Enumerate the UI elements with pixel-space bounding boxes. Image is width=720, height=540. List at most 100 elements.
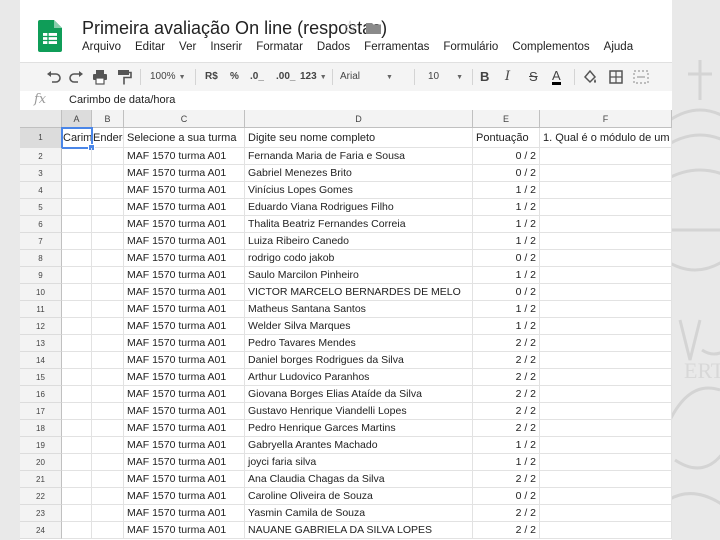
- menu-arquivo[interactable]: Arquivo: [82, 41, 121, 53]
- cell-a[interactable]: [62, 216, 92, 233]
- cell-nome[interactable]: Daniel borges Rodrigues da Silva: [245, 352, 473, 369]
- cell-f[interactable]: [540, 505, 672, 522]
- cell-turma[interactable]: MAF 1570 turma A01: [124, 386, 245, 403]
- cell-f[interactable]: [540, 301, 672, 318]
- cell-b[interactable]: [92, 148, 124, 165]
- text-color-button[interactable]: A: [552, 69, 561, 85]
- decrease-decimals-button[interactable]: .0_: [250, 69, 264, 85]
- cell-b[interactable]: [92, 199, 124, 216]
- cell-b[interactable]: [92, 233, 124, 250]
- cell-a[interactable]: [62, 454, 92, 471]
- column-header-b[interactable]: B: [92, 110, 124, 128]
- cell-f[interactable]: [540, 352, 672, 369]
- cell-nome[interactable]: Pedro Henrique Garces Martins: [245, 420, 473, 437]
- cell-b[interactable]: [92, 335, 124, 352]
- cell-pontuacao[interactable]: 1 / 2: [473, 301, 540, 318]
- row-header[interactable]: 11: [20, 301, 62, 318]
- cell-nome[interactable]: Matheus Santana Santos: [245, 301, 473, 318]
- menu-inserir[interactable]: Inserir: [210, 41, 242, 53]
- google-sheets-logo-icon[interactable]: [38, 20, 62, 52]
- cell-turma[interactable]: MAF 1570 turma A01: [124, 369, 245, 386]
- cell-nome[interactable]: VICTOR MARCELO BERNARDES DE MELO: [245, 284, 473, 301]
- row-header[interactable]: 8: [20, 250, 62, 267]
- cell-b[interactable]: [92, 488, 124, 505]
- cell-pontuacao[interactable]: 2 / 2: [473, 505, 540, 522]
- cell-f[interactable]: [540, 148, 672, 165]
- row-header[interactable]: 5: [20, 199, 62, 216]
- cell-b[interactable]: [92, 318, 124, 335]
- cell-f[interactable]: [540, 199, 672, 216]
- cell-pontuacao[interactable]: 1 / 2: [473, 199, 540, 216]
- row-header[interactable]: 10: [20, 284, 62, 301]
- cell-pontuacao[interactable]: 0 / 2: [473, 250, 540, 267]
- cell-b[interactable]: [92, 250, 124, 267]
- cell-turma[interactable]: MAF 1570 turma A01: [124, 284, 245, 301]
- cell-f[interactable]: [540, 488, 672, 505]
- cell-nome[interactable]: Fernanda Maria de Faria e Sousa: [245, 148, 473, 165]
- cell-pontuacao[interactable]: 1 / 2: [473, 216, 540, 233]
- row-header[interactable]: 3: [20, 165, 62, 182]
- cell-pontuacao[interactable]: 2 / 2: [473, 386, 540, 403]
- cell-turma[interactable]: MAF 1570 turma A01: [124, 505, 245, 522]
- header-cell-e[interactable]: Pontuação: [473, 128, 540, 148]
- cell-pontuacao[interactable]: 2 / 2: [473, 352, 540, 369]
- cell-f[interactable]: [540, 369, 672, 386]
- merge-cells-icon[interactable]: [632, 69, 650, 85]
- cell-turma[interactable]: MAF 1570 turma A01: [124, 267, 245, 284]
- cell-pontuacao[interactable]: 2 / 2: [473, 420, 540, 437]
- more-formats-select[interactable]: 123 ▼: [300, 69, 327, 85]
- cell-f[interactable]: [540, 522, 672, 539]
- zoom-select[interactable]: 100% ▼: [150, 69, 186, 85]
- row-header[interactable]: 12: [20, 318, 62, 335]
- borders-icon[interactable]: [608, 69, 624, 85]
- cell-f[interactable]: [540, 420, 672, 437]
- print-icon[interactable]: [92, 69, 108, 85]
- cell-f[interactable]: [540, 454, 672, 471]
- cell-a[interactable]: [62, 488, 92, 505]
- cell-nome[interactable]: Gustavo Henrique Viandelli Lopes: [245, 403, 473, 420]
- menu-formatar[interactable]: Formatar: [256, 41, 303, 53]
- cell-pontuacao[interactable]: 2 / 2: [473, 335, 540, 352]
- cell-a[interactable]: [62, 437, 92, 454]
- bold-button[interactable]: B: [480, 69, 489, 85]
- undo-icon[interactable]: [46, 69, 62, 85]
- cell-pontuacao[interactable]: 2 / 2: [473, 369, 540, 386]
- cell-a[interactable]: [62, 250, 92, 267]
- folder-icon[interactable]: [366, 22, 381, 34]
- cell-nome[interactable]: Caroline Oliveira de Souza: [245, 488, 473, 505]
- font-family-select[interactable]: Arial ▼: [340, 69, 406, 85]
- cell-a[interactable]: [62, 505, 92, 522]
- cell-nome[interactable]: Vinícius Lopes Gomes: [245, 182, 473, 199]
- cell-f[interactable]: [540, 403, 672, 420]
- strikethrough-button[interactable]: S: [529, 69, 538, 85]
- cell-a[interactable]: [62, 318, 92, 335]
- cell-pontuacao[interactable]: 1 / 2: [473, 437, 540, 454]
- menu-formulario[interactable]: Formulário: [443, 41, 498, 53]
- column-header-e[interactable]: E: [473, 110, 540, 128]
- cell-b[interactable]: [92, 216, 124, 233]
- italic-button[interactable]: I: [505, 69, 510, 85]
- cell-pontuacao[interactable]: 1 / 2: [473, 267, 540, 284]
- cell-nome[interactable]: Giovana Borges Elias Ataíde da Silva: [245, 386, 473, 403]
- cell-f[interactable]: [540, 471, 672, 488]
- cell-turma[interactable]: MAF 1570 turma A01: [124, 420, 245, 437]
- cell-a[interactable]: [62, 267, 92, 284]
- column-header-d[interactable]: D: [245, 110, 473, 128]
- cell-b[interactable]: [92, 437, 124, 454]
- cell-turma[interactable]: MAF 1570 turma A01: [124, 488, 245, 505]
- cell-f[interactable]: [540, 318, 672, 335]
- cell-b[interactable]: [92, 182, 124, 199]
- column-header-a[interactable]: A: [62, 110, 92, 128]
- cell-turma[interactable]: MAF 1570 turma A01: [124, 318, 245, 335]
- menu-ferramentas[interactable]: Ferramentas: [364, 41, 429, 53]
- cell-nome[interactable]: Pedro Tavares Mendes: [245, 335, 473, 352]
- cell-turma[interactable]: MAF 1570 turma A01: [124, 250, 245, 267]
- cell-pontuacao[interactable]: 2 / 2: [473, 471, 540, 488]
- cell-pontuacao[interactable]: 2 / 2: [473, 522, 540, 539]
- cell-turma[interactable]: MAF 1570 turma A01: [124, 471, 245, 488]
- cell-nome[interactable]: Ana Claudia Chagas da Silva: [245, 471, 473, 488]
- row-header[interactable]: 9: [20, 267, 62, 284]
- cell-pontuacao[interactable]: 0 / 2: [473, 488, 540, 505]
- formula-input[interactable]: Carimbo de data/hora: [69, 94, 175, 106]
- select-all-corner[interactable]: [20, 110, 62, 128]
